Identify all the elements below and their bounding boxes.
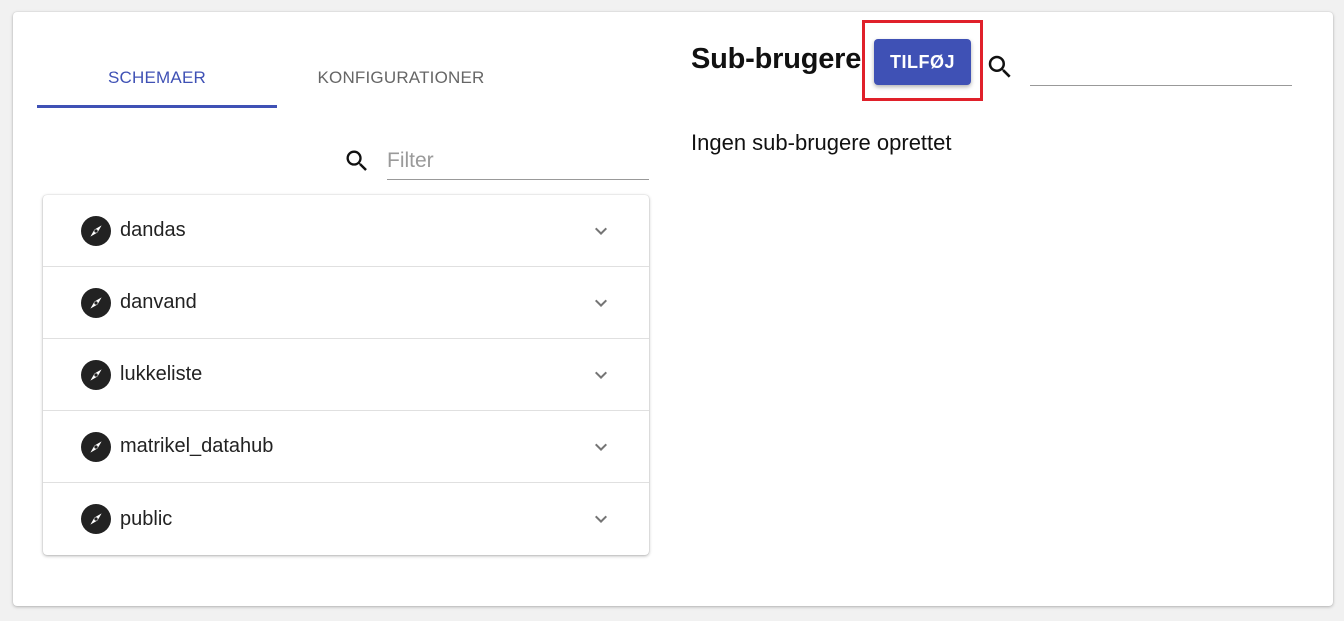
compass-icon	[81, 215, 111, 246]
schema-list: dandas danvand lukkeliste matrikel_datah…	[43, 195, 649, 555]
subuser-search-field	[1030, 50, 1292, 86]
schema-label: danvand	[120, 291, 197, 313]
schema-item-dandas[interactable]: dandas	[43, 195, 649, 267]
search-icon	[988, 55, 1011, 78]
filter-field	[387, 142, 649, 180]
tab-konfigurationer[interactable]: KONFIGURATIONER	[281, 50, 521, 106]
chevron-down-icon[interactable]	[589, 435, 613, 459]
schema-label: dandas	[120, 219, 186, 241]
chevron-down-icon[interactable]	[589, 219, 613, 243]
chevron-down-icon[interactable]	[589, 363, 613, 387]
tab-bar: SCHEMAER KONFIGURATIONER	[37, 50, 517, 108]
compass-icon	[81, 504, 111, 534]
filter-input[interactable]	[387, 142, 649, 179]
tab-schemaer[interactable]: SCHEMAER	[37, 50, 277, 106]
schema-label: matrikel_datahub	[120, 435, 274, 457]
chevron-down-icon[interactable]	[589, 507, 613, 531]
active-tab-indicator	[37, 105, 277, 108]
compass-icon	[81, 359, 111, 390]
schema-item-public[interactable]: public	[43, 483, 649, 555]
search-icon	[346, 150, 367, 171]
schema-item-lukkeliste[interactable]: lukkeliste	[43, 339, 649, 411]
compass-icon	[81, 431, 111, 462]
subusers-title: Sub-brugere	[691, 43, 862, 75]
chevron-down-icon[interactable]	[589, 291, 613, 315]
schema-label: lukkeliste	[120, 363, 203, 385]
add-subuser-button[interactable]: TILFØJ	[874, 39, 971, 85]
schema-item-danvand[interactable]: danvand	[43, 267, 649, 339]
compass-icon	[81, 287, 111, 318]
empty-state-text: Ingen sub-brugere oprettet	[691, 130, 952, 155]
subuser-search-input[interactable]	[1030, 50, 1292, 85]
schema-label: public	[120, 507, 173, 530]
schema-item-matrikel-datahub[interactable]: matrikel_datahub	[43, 411, 649, 483]
main-card: SCHEMAER KONFIGURATIONER dandas danvand …	[13, 12, 1333, 606]
